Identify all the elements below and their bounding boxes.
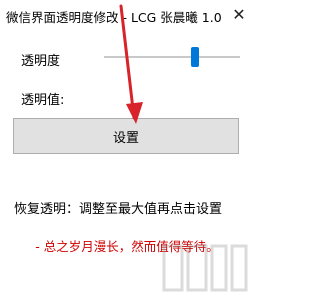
opacity-label: 透明度 [21, 54, 61, 69]
slider-thumb[interactable] [191, 47, 200, 67]
opacity-slider[interactable] [104, 46, 240, 68]
title-bar: 微信界面透明度修改 - LCG 张晨曦 1.0 ✕ [0, 0, 254, 30]
set-button[interactable]: 设置 [13, 118, 239, 154]
close-icon: ✕ [232, 4, 246, 24]
slider-track [104, 56, 240, 58]
close-button[interactable]: ✕ [224, 0, 254, 28]
restore-hint: 恢复透明：调整至最大值再点击设置 [14, 202, 223, 217]
window-title: 微信界面透明度修改 - LCG 张晨曦 1.0 [6, 10, 222, 25]
quote-text: - 总之岁月漫长，然而值得等待。 [35, 239, 219, 254]
opacity-value-label: 透明值: [21, 93, 65, 108]
